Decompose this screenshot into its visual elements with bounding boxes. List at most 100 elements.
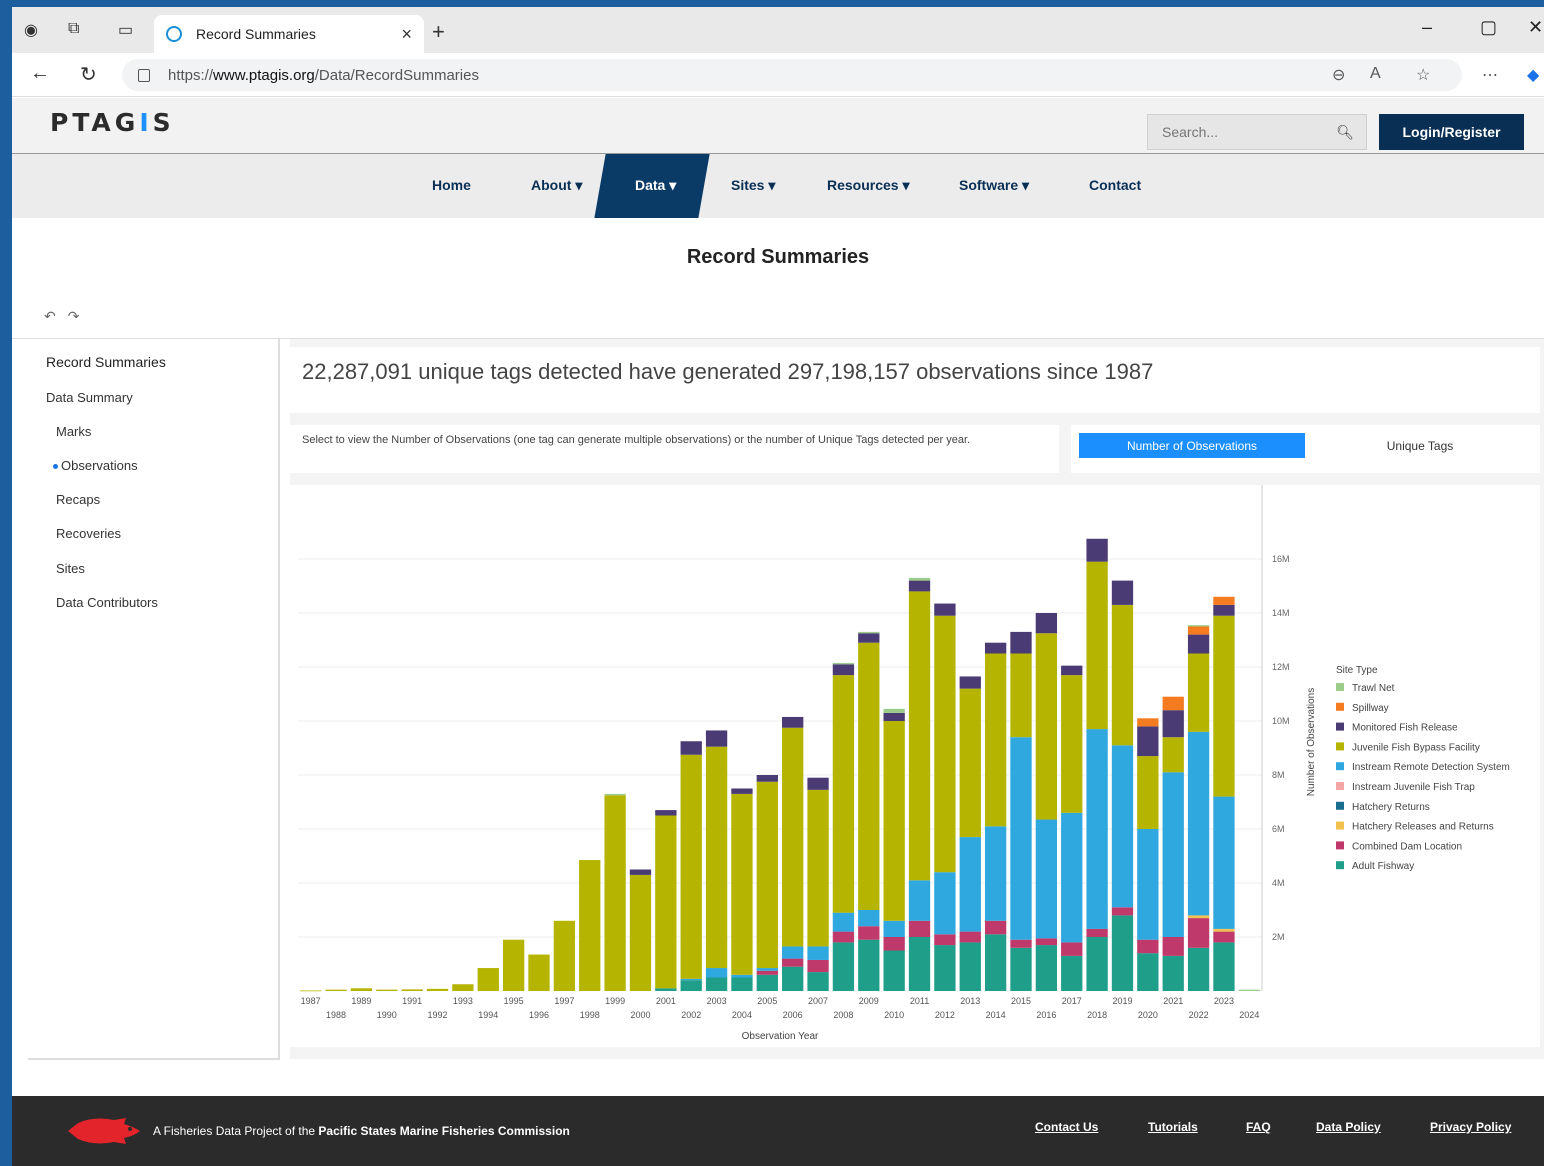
legend-swatch bbox=[1336, 762, 1344, 771]
nav-home[interactable]: Home bbox=[432, 177, 471, 193]
undo-icon[interactable]: ↶ bbox=[44, 308, 68, 324]
url-prefix: https:// bbox=[168, 66, 214, 84]
nav-sites-label: Sites bbox=[731, 177, 765, 193]
bar-segment bbox=[1162, 955, 1184, 991]
bar-segment bbox=[655, 988, 677, 991]
copilot-icon[interactable]: ◆ bbox=[1527, 65, 1539, 85]
bar-segment bbox=[908, 937, 931, 991]
bar-segment bbox=[832, 931, 855, 943]
tab-title: Record Summaries bbox=[196, 26, 316, 42]
nav-data[interactable]: Data ▾ bbox=[635, 177, 676, 194]
bar-segment bbox=[1187, 653, 1210, 732]
bar-segment bbox=[502, 939, 525, 991]
footer-link-tutorials[interactable]: Tutorials bbox=[1148, 1120, 1198, 1134]
x-tick-label: 2011 bbox=[910, 996, 929, 1006]
sidebar-item-data-contributors[interactable]: Data Contributors bbox=[56, 595, 158, 610]
bar-segment bbox=[655, 810, 677, 816]
nav-about[interactable]: About ▾ bbox=[531, 177, 582, 194]
bar-segment bbox=[1111, 745, 1134, 908]
address-bar-row: ← ↻ https://www.ptagis.org/Data/RecordSu… bbox=[12, 53, 1544, 97]
bar-segment bbox=[883, 712, 905, 721]
bar-segment bbox=[858, 939, 880, 991]
bar-segment bbox=[883, 950, 905, 991]
nav-sites[interactable]: Sites ▾ bbox=[731, 177, 775, 194]
active-dot-icon bbox=[53, 464, 58, 470]
bar-segment bbox=[604, 793, 626, 796]
x-tick-label: 1993 bbox=[453, 996, 473, 1006]
x-tick-label: 2015 bbox=[1011, 996, 1031, 1006]
bar-segment bbox=[883, 708, 905, 713]
profile-avatar-icon[interactable]: ◉ bbox=[24, 20, 38, 40]
bar-segment bbox=[807, 777, 829, 790]
logo-text-b: I bbox=[139, 108, 153, 137]
bar-segment bbox=[959, 931, 981, 943]
back-arrow-icon[interactable]: ← bbox=[30, 62, 50, 85]
nav-resources[interactable]: Resources ▾ bbox=[827, 177, 910, 194]
x-tick-label: 2017 bbox=[1062, 996, 1082, 1006]
unique-tags-button[interactable]: Unique Tags bbox=[1307, 433, 1533, 458]
zoom-icon[interactable]: ⊖ bbox=[1332, 65, 1345, 85]
bar-segment bbox=[756, 968, 778, 971]
sidebar-section[interactable]: Data Summary bbox=[46, 390, 133, 405]
sidebar-item-sites[interactable]: Sites bbox=[56, 561, 85, 576]
bar-segment bbox=[908, 577, 931, 581]
y-tick-label: 16M bbox=[1272, 554, 1290, 564]
bar-segment bbox=[984, 653, 1007, 827]
bar-segment bbox=[959, 942, 981, 991]
sidebar-title[interactable]: Record Summaries bbox=[46, 354, 166, 370]
sidebar-item-observations[interactable]: Observations bbox=[53, 458, 138, 473]
sidebar-item-recoveries[interactable]: Recoveries bbox=[56, 526, 121, 541]
bar-segment bbox=[1213, 928, 1235, 932]
favorite-star-icon[interactable]: ☆ bbox=[1416, 65, 1430, 85]
logo-text-a: PTAG bbox=[50, 108, 140, 137]
more-menu-icon[interactable]: ⋯ bbox=[1482, 65, 1498, 85]
ptagis-logo[interactable]: PTAGIS bbox=[50, 108, 175, 137]
x-tick-label: 2004 bbox=[732, 1010, 752, 1020]
bar-segment bbox=[782, 727, 804, 947]
minimize-icon[interactable]: – bbox=[1422, 17, 1432, 38]
nav-contact[interactable]: Contact bbox=[1089, 177, 1141, 193]
redo-icon[interactable]: ↷ bbox=[68, 308, 92, 324]
bar-segment bbox=[604, 795, 626, 991]
close-tab-icon[interactable]: × bbox=[401, 24, 412, 45]
x-tick-label: 1998 bbox=[580, 1010, 600, 1020]
search-box: 🔍︎ bbox=[1147, 114, 1367, 150]
x-tick-label: 2023 bbox=[1214, 996, 1234, 1006]
nav-software[interactable]: Software ▾ bbox=[959, 177, 1029, 194]
maximize-icon[interactable]: ▢ bbox=[1480, 17, 1497, 38]
bar-segment bbox=[1010, 947, 1032, 991]
footer-link-contact-us[interactable]: Contact Us bbox=[1035, 1120, 1098, 1134]
tab-actions-icon[interactable]: ▭ bbox=[118, 20, 133, 40]
browser-titlebar: ◉ ⧉ ▭ Record Summaries × + – ▢ ✕ bbox=[12, 7, 1544, 53]
website-content: PTAGIS 🔍︎ Login/Register Home About ▾ Da… bbox=[12, 98, 1544, 1166]
bar-segment bbox=[1213, 604, 1235, 616]
footer-link-privacy-policy[interactable]: Privacy Policy bbox=[1430, 1120, 1511, 1134]
search-input[interactable] bbox=[1162, 124, 1332, 140]
footer-link-data-policy[interactable]: Data Policy bbox=[1316, 1120, 1381, 1134]
x-tick-label: 2007 bbox=[808, 996, 828, 1006]
login-register-button[interactable]: Login/Register bbox=[1379, 114, 1524, 150]
sidebar-item-label: Observations bbox=[61, 458, 138, 473]
page-nav-icons: ↶↷ bbox=[44, 308, 91, 325]
legend-swatch bbox=[1336, 683, 1344, 691]
bar-segment bbox=[1061, 665, 1083, 676]
url-field[interactable]: https://www.ptagis.org/Data/RecordSummar… bbox=[122, 59, 1462, 91]
search-icon[interactable]: 🔍︎ bbox=[1336, 124, 1354, 141]
close-window-icon[interactable]: ✕ bbox=[1528, 17, 1543, 38]
workspaces-icon[interactable]: ⧉ bbox=[68, 20, 79, 38]
number-of-observations-button[interactable]: Number of Observations bbox=[1079, 433, 1305, 458]
browser-tab[interactable]: Record Summaries × bbox=[154, 15, 424, 53]
legend-swatch bbox=[1336, 841, 1344, 850]
footer-link-faq[interactable]: FAQ bbox=[1246, 1120, 1271, 1134]
new-tab-icon[interactable]: + bbox=[432, 19, 445, 45]
bar-segment bbox=[832, 942, 855, 991]
refresh-icon[interactable]: ↻ bbox=[80, 62, 97, 87]
bar-segment bbox=[629, 869, 652, 875]
bar-segment bbox=[1086, 538, 1108, 562]
sidebar-item-recaps[interactable]: Recaps bbox=[56, 492, 100, 507]
bar-segment bbox=[934, 615, 956, 873]
x-tick-label: 1992 bbox=[428, 1010, 448, 1020]
sidebar-item-marks[interactable]: Marks bbox=[56, 424, 91, 439]
bar-segment bbox=[832, 662, 855, 665]
read-aloud-icon[interactable]: A bbox=[1370, 65, 1381, 83]
